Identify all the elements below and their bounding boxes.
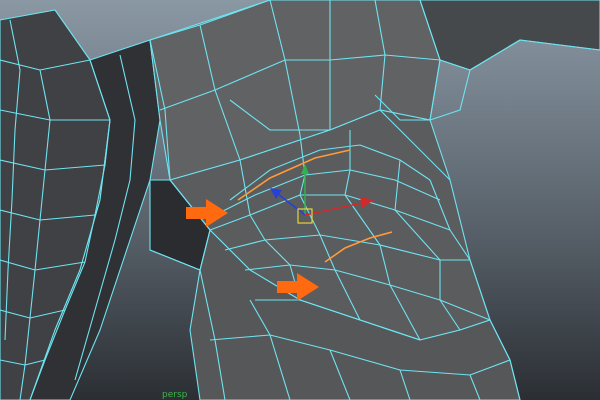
viewport-canvas[interactable]	[0, 0, 600, 400]
viewport-3d[interactable]: persp	[0, 0, 600, 400]
arrow-shaft	[277, 281, 299, 293]
view-axis-label: persp	[162, 390, 188, 400]
arrow-shaft	[186, 207, 208, 219]
